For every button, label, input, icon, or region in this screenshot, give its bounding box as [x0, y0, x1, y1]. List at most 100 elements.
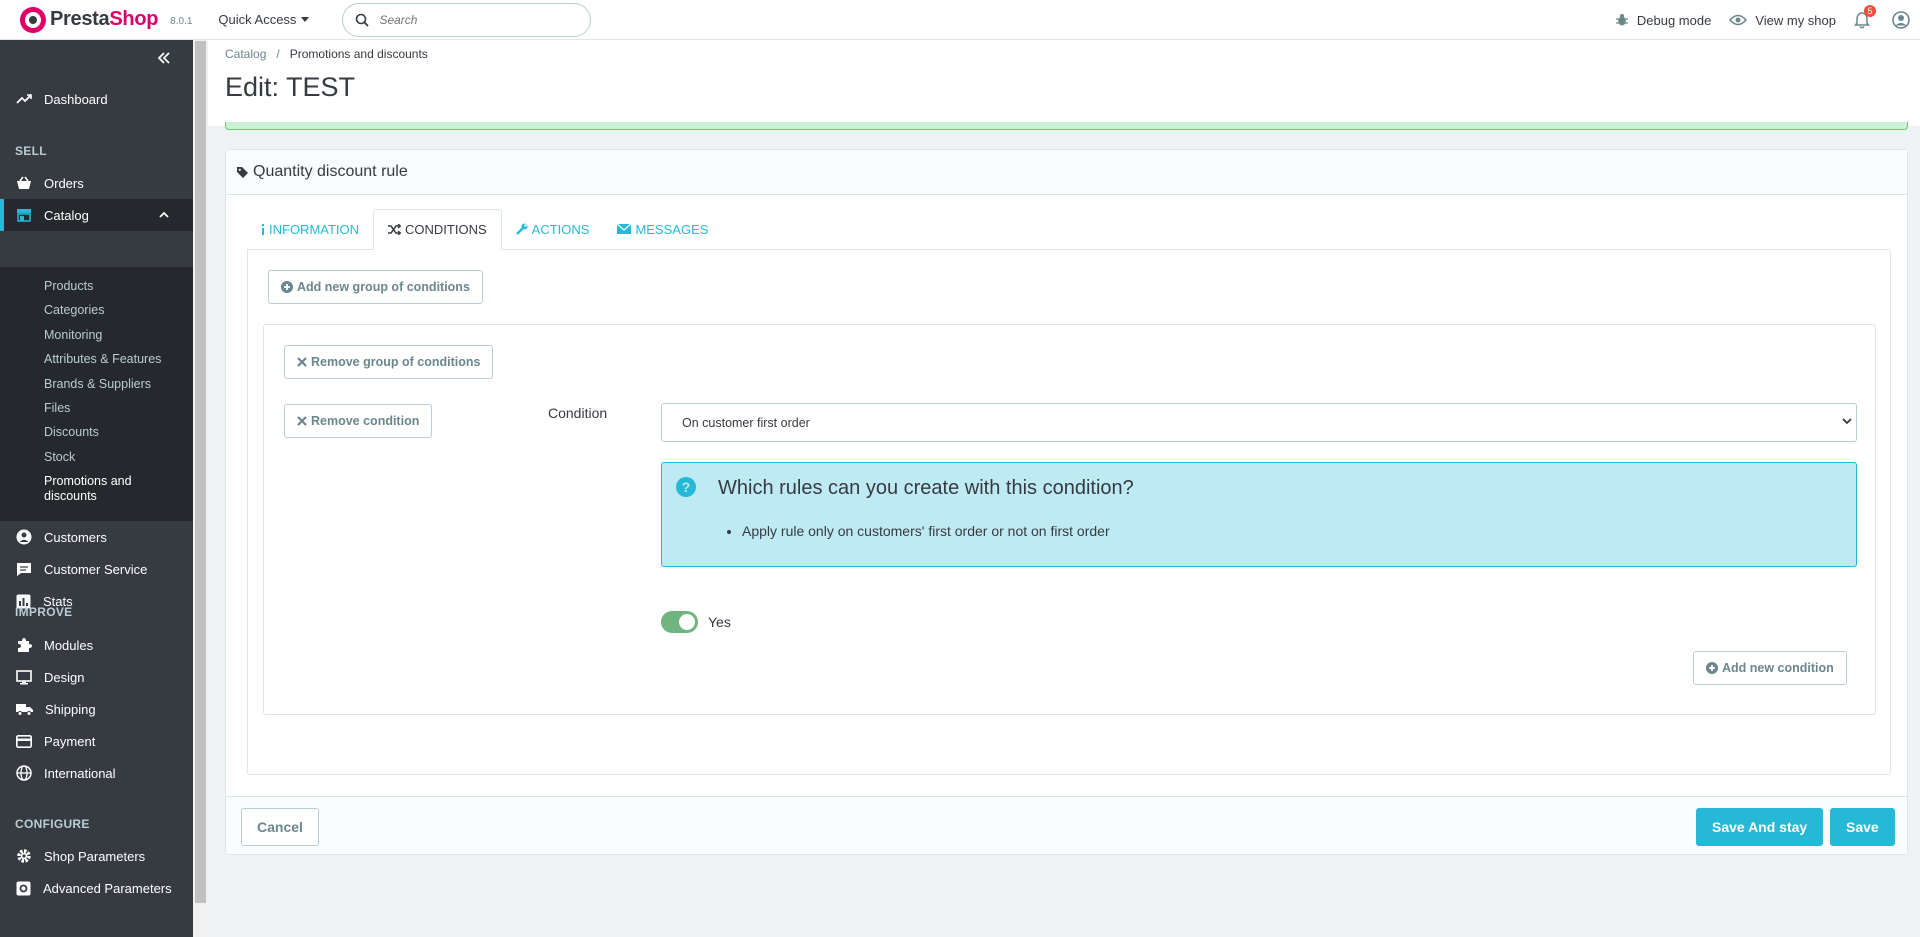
submenu-item-brands[interactable]: Brands & Suppliers [44, 377, 151, 392]
account-button[interactable] [1892, 11, 1910, 29]
submenu-item-attributes[interactable]: Attributes & Features [44, 352, 161, 367]
sidebar-item-customer-service[interactable]: Customer Service [0, 553, 193, 585]
notifications-button[interactable]: 5 [1854, 4, 1876, 29]
submenu-item-products[interactable]: Products [44, 279, 93, 294]
truck-icon [16, 703, 33, 716]
breadcrumb-item-catalog[interactable]: Catalog [225, 47, 266, 61]
sidebar-item-shipping[interactable]: Shipping [0, 693, 193, 725]
submenu-item-promotions-line2: discounts [44, 489, 97, 503]
sidebar-item-shop-parameters[interactable]: Shop Parameters [0, 840, 193, 872]
sidebar-item-international[interactable]: International [0, 757, 193, 789]
section-title-improve: IMPROVE [15, 605, 73, 619]
view-my-shop-link[interactable]: View my shop [1729, 13, 1836, 28]
chevron-down-icon [1842, 418, 1852, 425]
tab-actions[interactable]: ACTIONS [502, 209, 604, 249]
tab-label: ACTIONS [531, 221, 590, 237]
settings-box-icon [16, 881, 31, 895]
sidebar-item-label: International [44, 765, 116, 781]
close-icon [297, 357, 307, 367]
chevron-up-icon [159, 211, 169, 218]
shopping-basket-icon [17, 176, 31, 189]
remove-group-label: Remove group of conditions [311, 355, 481, 369]
logo-text-prefix: Presta [50, 8, 110, 30]
sidebar-item-label: Customer Service [44, 561, 148, 577]
sidebar-item-catalog[interactable]: Catalog [0, 199, 193, 231]
sidebar-item-payment[interactable]: Payment [0, 725, 193, 757]
search-icon [356, 13, 370, 27]
user-circle-icon [16, 529, 32, 545]
add-group-button[interactable]: Add new group of conditions [268, 270, 483, 304]
info-icon [262, 223, 264, 235]
remove-group-button[interactable]: Remove group of conditions [284, 345, 494, 379]
submenu-item-categories[interactable]: Categories [44, 303, 104, 318]
shuffle-icon [388, 224, 402, 235]
sidebar-item-design[interactable]: Design [0, 661, 193, 693]
save-button[interactable]: Save [1830, 808, 1895, 846]
condition-group: Remove group of conditions Remove condit… [263, 324, 1876, 715]
success-alert-edge [225, 122, 1908, 130]
submenu-item-promotions[interactable]: Promotions and discounts [44, 474, 132, 504]
panel-heading: Quantity discount rule [226, 150, 1907, 195]
quick-access-dropdown[interactable]: Quick Access [218, 12, 310, 27]
submenu-item-monitoring[interactable]: Monitoring [44, 328, 102, 343]
trending-up-icon [16, 94, 32, 104]
tab-information[interactable]: INFORMATION [247, 209, 373, 249]
search-input[interactable] [379, 12, 570, 27]
tab-label: MESSAGES [635, 221, 709, 237]
tag-icon [237, 166, 248, 178]
condition-label: Condition [548, 405, 608, 421]
gear-icon [17, 849, 31, 863]
scrollbar-thumb[interactable] [195, 41, 206, 903]
page-head: Catalog / Promotions and discounts Edit:… [208, 40, 1920, 126]
sidebar-item-customers[interactable]: Customers [0, 521, 193, 553]
page-title: Edit: TEST [225, 72, 356, 102]
credit-card-icon [16, 734, 32, 748]
sidebar-item-label: Shipping [45, 701, 96, 717]
section-title-configure: CONFIGURE [15, 817, 90, 831]
catalog-submenu: Products Categories Monitoring Attribute… [0, 267, 193, 521]
wrench-icon [515, 223, 528, 235]
sidebar-item-label: Payment [44, 733, 96, 749]
top-header: PrestaShop 8.0.1 Quick Access Debug mode… [0, 0, 1920, 40]
sidebar-item-orders[interactable]: Orders [0, 167, 193, 199]
tab-label: CONDITIONS [405, 222, 487, 237]
sidebar-item-label: Customers [44, 529, 107, 545]
search-box[interactable] [342, 2, 592, 37]
store-icon [17, 209, 31, 222]
quick-access-label: Quick Access [218, 12, 297, 27]
cancel-button[interactable]: Cancel [241, 808, 319, 846]
globe-icon [16, 765, 32, 781]
discount-rule-panel: Quantity discount rule INFORMATION CONDI… [225, 149, 1908, 855]
section-title-sell: SELL [15, 144, 47, 158]
tab-label: INFORMATION [269, 221, 360, 237]
question-circle-icon: ? [676, 477, 696, 497]
envelope-icon [617, 224, 632, 234]
condition-help-box: ? Which rules can you create with this c… [661, 462, 1857, 567]
submenu-item-files[interactable]: Files [44, 401, 70, 416]
condition-select-value: On customer first order [682, 415, 810, 430]
tab-messages[interactable]: MESSAGES [603, 209, 722, 249]
save-and-stay-button[interactable]: Save And stay [1696, 808, 1824, 846]
sidebar-item-label: Design [44, 669, 85, 685]
panel-title: Quantity discount rule [253, 163, 408, 180]
sidebar-item-label: Dashboard [44, 91, 108, 107]
sidebar-item-dashboard[interactable]: Dashboard [0, 83, 193, 115]
remove-condition-button[interactable]: Remove condition [284, 404, 433, 438]
prestashop-logo[interactable]: PrestaShop 8.0.1 [20, 6, 192, 33]
puzzle-icon [18, 638, 32, 652]
sidebar-item-label: Shop Parameters [44, 848, 146, 864]
sidebar-collapse-button[interactable] [157, 52, 171, 67]
submenu-item-discounts[interactable]: Discounts [44, 425, 99, 440]
submenu-item-stock[interactable]: Stock [44, 450, 75, 465]
view-my-shop-label: View my shop [1755, 12, 1836, 28]
debug-mode-link[interactable]: Debug mode [1615, 13, 1711, 28]
condition-toggle-switch[interactable] [661, 611, 698, 633]
sidebar-item-label: Catalog [44, 207, 89, 223]
caret-down-icon [301, 17, 310, 22]
sidebar-item-advanced-parameters[interactable]: Advanced Parameters [0, 872, 193, 904]
close-icon [297, 416, 307, 426]
sidebar-item-modules[interactable]: Modules [0, 629, 193, 661]
condition-select[interactable]: On customer first order [661, 403, 1857, 442]
add-condition-button[interactable]: Add new condition [1693, 651, 1847, 685]
tab-conditions[interactable]: CONDITIONS [373, 209, 502, 250]
